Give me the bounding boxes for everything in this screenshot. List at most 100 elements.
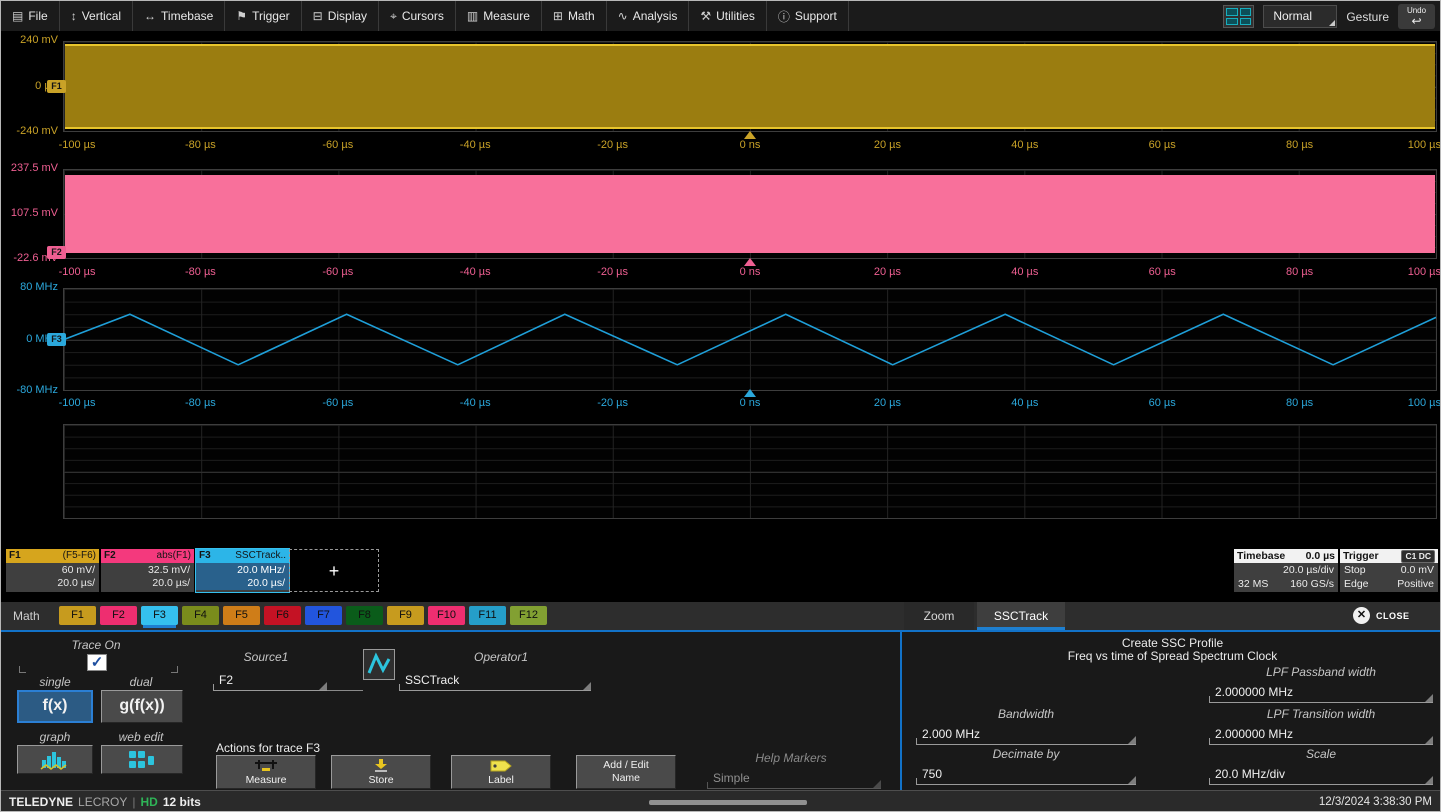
tab-f10[interactable]: F10 [428,606,465,625]
decimate-field[interactable]: 750 [916,759,1136,785]
x-axis-label: -80 µs [185,397,216,409]
close-panel-button[interactable]: ✕ CLOSE [1353,607,1410,624]
measure-button[interactable]: Measure [216,755,316,789]
tab-f12[interactable]: F12 [510,606,547,625]
tab-f5[interactable]: F5 [223,606,260,625]
trace-descriptor-f2[interactable]: F2abs(F1)32.5 mV/20.0 µs/ [101,549,194,592]
label-button[interactable]: Label [451,755,551,789]
menu-item-label: Measure [483,9,530,23]
menu-item-label: Support [795,9,837,23]
source1-dropdown[interactable]: F2 [213,667,327,691]
tab-ssctrack[interactable]: SSCTrack [977,602,1065,630]
menu-item-label: Cursors [402,9,444,23]
graph-mode-button[interactable] [17,745,93,774]
status-scroll-handle[interactable] [649,800,807,805]
menu-item-label: Trigger [252,9,290,23]
close-icon: ✕ [1353,607,1370,624]
web-edit-button[interactable] [101,745,183,774]
menu-items: ▤File↕Vertical↔Timebase⚑Trigger⊟Display⌖… [1,1,849,31]
waveform-grid-f2 [63,169,1437,259]
timebase-descriptor[interactable]: Timebase 0.0 µs 20.0 µs/div 32 MS 160 GS… [1234,549,1338,592]
bit-depth-label: 12 bits [163,795,201,809]
menu-item-trigger[interactable]: ⚑Trigger [225,1,301,31]
add-edit-name-button[interactable]: Add / Edit Name [576,755,676,789]
add-edit-line1: Add / Edit [577,759,675,772]
ssc-subtitle: Freq vs time of Spread Spectrum Clock [903,649,1441,663]
brand-divider: | [132,795,135,809]
x-axis-label: -20 µs [597,397,628,409]
dual-function-button[interactable]: g(f(x)) [101,690,183,723]
tab-f9[interactable]: F9 [387,606,424,625]
display-mode-dropdown[interactable]: Normal [1263,5,1337,28]
x-axis-label: 40 µs [1011,266,1038,278]
menu-item-file[interactable]: ▤File [1,1,60,31]
operator1-dropdown[interactable]: SSCTrack [399,667,591,691]
menu-item-math[interactable]: ⊞Math [542,1,607,31]
trigger-slope: Positive [1397,577,1434,591]
help-markers-dropdown[interactable]: Simple [707,765,881,789]
trace-descriptor-f3[interactable]: F3SSCTrack..20.0 MHz/20.0 µs/ [196,549,289,592]
lpf-passband-field[interactable]: 2.000000 MHz [1209,677,1433,703]
tab-f2[interactable]: F2 [100,606,137,625]
tab-f6[interactable]: F6 [264,606,301,625]
single-function-button[interactable]: f(x) [17,690,93,723]
x-axis-label: 100 µs [1408,397,1441,409]
x-axis-label: 0 ns [740,266,761,278]
descriptor-header: F3SSCTrack.. [196,549,289,563]
scale-field[interactable]: 20.0 MHz/div [1209,759,1433,785]
bracket-mark [19,666,26,673]
x-axis-label: 20 µs [874,266,901,278]
display-layout-icon[interactable] [1223,5,1254,28]
bandwidth-field[interactable]: 2.000 MHz [916,719,1136,745]
f3-waveform-trace [64,289,1436,390]
menu-item-display[interactable]: ⊟Display [302,1,379,31]
lpf-passband-value: 2.000000 MHz [1215,685,1293,699]
trace-descriptor-f1[interactable]: F1(F5-F6)60 mV/20.0 µs/ [6,549,99,592]
x-axis-label: 100 µs [1408,266,1441,278]
scale-value: 20.0 MHz/div [1215,767,1285,781]
descriptor-vertical-scale: 60 mV/ [10,564,95,577]
waveform-grid-f1 [63,41,1437,132]
trigger-descriptor[interactable]: Trigger C1 DC Stop 0.0 mV Edge Positive [1340,549,1438,592]
menu-item-label: Display [328,9,367,23]
undo-button[interactable]: Undo ↩ [1398,4,1435,29]
menu-item-label: File [28,9,47,23]
tab-f4[interactable]: F4 [182,606,219,625]
tab-f1[interactable]: F1 [59,606,96,625]
trace-badge-f1: F1 [47,80,66,93]
tab-f11[interactable]: F11 [469,606,506,625]
menu-item-support[interactable]: ⓘSupport [767,1,849,31]
brand-primary: TELEDYNE [9,795,73,809]
add-trace-button[interactable]: + [289,549,379,592]
tab-f8[interactable]: F8 [346,606,383,625]
trace-on-checkbox[interactable]: ✓ [87,654,107,671]
descriptor-id: F2 [104,549,116,563]
timebase-header: Timebase 0.0 µs [1234,549,1338,563]
utilities-icon: ⚒ [700,9,711,23]
descriptor-formula: abs(F1) [157,549,191,563]
cursors-icon: ⌖ [390,9,397,24]
trace-on-label: Trace On [41,638,151,652]
menu-item-cursors[interactable]: ⌖ Cursors [379,1,456,31]
math-bar-label: Math [13,609,40,623]
tab-f3[interactable]: F3 [141,606,178,625]
math-tab-bar: Math F1F2F3F4F5F6F7F8F9F10F11F12 Zoom SS… [1,602,1440,630]
timebase-scale: 20.0 µs/div [1283,563,1334,577]
x-axis-label: -80 µs [185,139,216,151]
f2-waveform-band [65,175,1435,253]
waveform-operator-icon [364,650,394,679]
x-axis-label: -40 µs [460,266,491,278]
menu-item-vertical[interactable]: ↕Vertical [60,1,133,31]
menu-right-group: Normal Gesture Undo ↩ [1223,4,1435,29]
lpf-transition-field[interactable]: 2.000000 MHz [1209,719,1433,745]
menu-item-measure[interactable]: ▥Measure [456,1,542,31]
menu-item-utilities[interactable]: ⚒Utilities [689,1,766,31]
store-button[interactable]: Store [331,755,431,789]
tab-zoom[interactable]: Zoom [904,602,974,630]
trigger-mode: Stop [1344,563,1366,577]
tab-f7[interactable]: F7 [305,606,342,625]
menu-item-analysis[interactable]: ∿Analysis [607,1,690,31]
descriptor-formula: SSCTrack.. [235,549,286,563]
menu-item-timebase[interactable]: ↔Timebase [133,1,225,31]
timebase-record-length: 32 MS [1238,577,1268,591]
